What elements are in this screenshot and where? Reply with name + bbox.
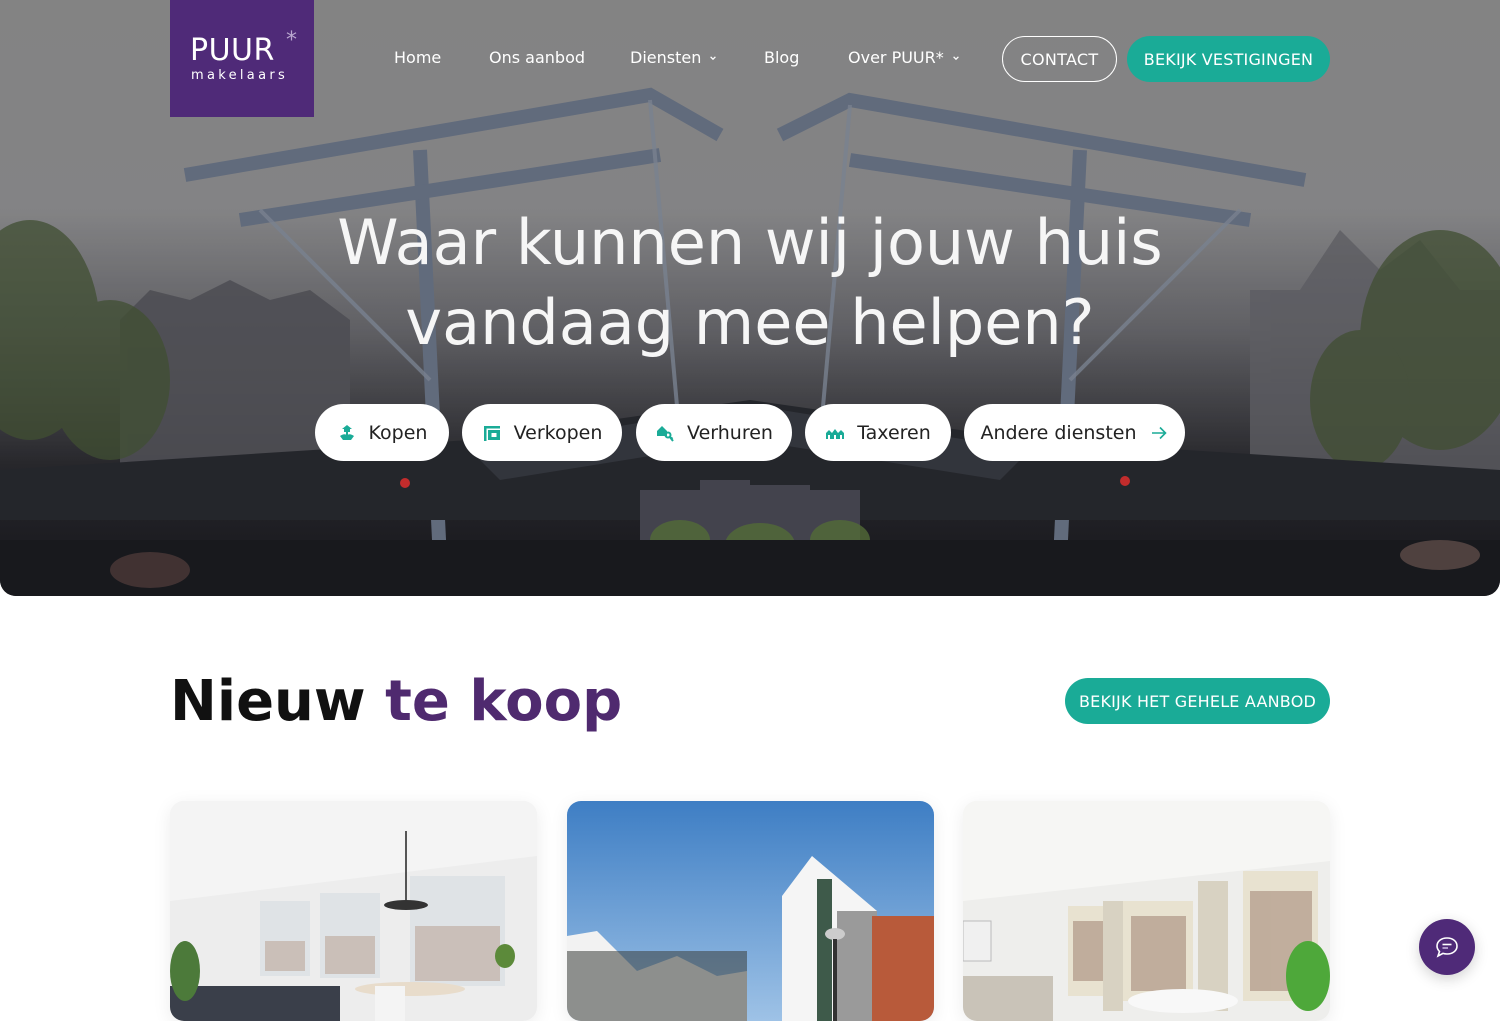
section-title: Nieuw te koop — [170, 668, 622, 736]
view-branches-button[interactable]: BEKIJK VESTIGINGEN — [1127, 36, 1330, 82]
nav-item-ons-aanbod[interactable]: Ons aanbod — [489, 48, 585, 67]
chevron-down-icon — [710, 55, 717, 60]
hero-title-line-2: vandaag mee helpen? — [405, 286, 1095, 359]
modern-apartment-building-exterior-photo — [567, 801, 934, 1021]
nav-item-home[interactable]: Home — [394, 48, 441, 67]
house-hand-icon — [339, 424, 354, 440]
chip-label: Andere diensten — [980, 421, 1137, 444]
contact-button[interactable]: CONTACT — [1002, 36, 1117, 82]
chip-label: Verhuren — [687, 421, 773, 444]
nav-label: Home — [394, 48, 442, 67]
bright-living-room-with-tall-windows-photo — [963, 801, 1330, 1021]
houses-row-icon — [826, 428, 845, 439]
logo-wordmark: PUUR — [190, 33, 275, 68]
living-room-with-dining-table-photo — [170, 801, 537, 1021]
nav-label: Diensten — [630, 48, 702, 67]
section-title-part-1: Nieuw — [170, 669, 366, 734]
listing-card[interactable] — [170, 801, 537, 1021]
nav-item-over-puur[interactable]: Over PUUR* — [848, 48, 960, 67]
chip-label: Kopen — [368, 421, 428, 444]
logo-asterisk: * — [286, 28, 297, 53]
logo[interactable]: PUUR * makelaars — [170, 0, 314, 117]
nav-item-diensten[interactable]: Diensten — [630, 48, 717, 67]
view-all-listings-button[interactable]: BEKIJK HET GEHELE AANBOD — [1065, 678, 1330, 724]
section-title-accent: te koop — [385, 669, 623, 734]
listing-card[interactable] — [963, 801, 1330, 1021]
house-key-icon — [657, 425, 674, 442]
service-chip-verkopen[interactable]: Verkopen — [462, 404, 622, 461]
logo-subtitle: makelaars — [191, 68, 289, 83]
chip-label: Verkopen — [513, 421, 603, 444]
nav-item-blog[interactable]: Blog — [764, 48, 799, 67]
arrow-right-icon — [1151, 426, 1167, 439]
hero-title: Waar kunnen wij jouw huis vandaag mee he… — [250, 203, 1250, 363]
nav-label: Over PUUR* — [848, 48, 944, 67]
service-chip-andere-diensten[interactable]: Andere diensten — [964, 404, 1185, 461]
service-chip-taxeren[interactable]: Taxeren — [805, 404, 951, 461]
hero-banner: PUUR * makelaars Home Ons aanbod Dienste… — [0, 0, 1500, 596]
chat-bubble-icon — [1436, 937, 1458, 958]
nav-label: Ons aanbod — [489, 48, 586, 67]
service-chip-kopen[interactable]: Kopen — [315, 404, 449, 461]
chat-button[interactable] — [1419, 919, 1475, 975]
chip-label: Taxeren — [857, 421, 931, 444]
nav-label: Blog — [764, 48, 800, 67]
listing-card[interactable] — [567, 801, 934, 1021]
hero-title-line-1: Waar kunnen wij jouw huis — [337, 206, 1163, 279]
service-chip-verhuren[interactable]: Verhuren — [636, 404, 792, 461]
chevron-down-icon — [952, 55, 959, 60]
for-sale-sign-icon — [483, 425, 500, 441]
